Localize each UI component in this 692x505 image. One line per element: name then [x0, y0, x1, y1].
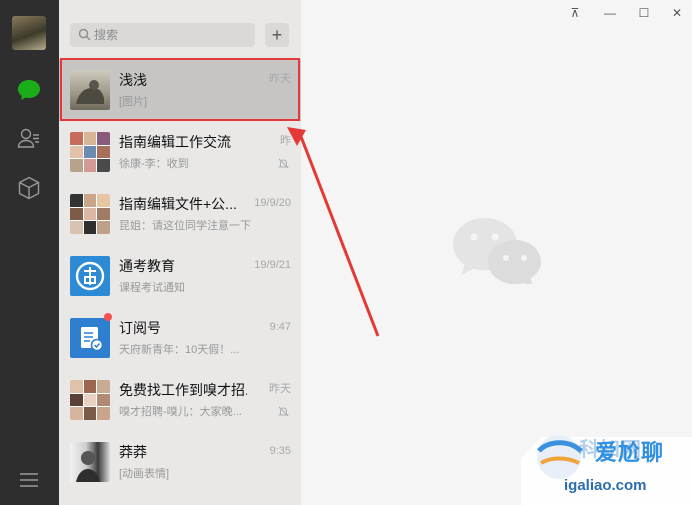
watermark-url: igaliao.com	[564, 477, 647, 494]
chat-time: 9:35	[269, 445, 291, 457]
chat-avatar	[70, 442, 110, 482]
watermark: 科知网 爱尬聊 igaliao.com	[521, 415, 692, 505]
chat-preview: [图片]	[119, 96, 148, 108]
contacts-icon[interactable]	[15, 124, 43, 152]
chat-item-mangmang[interactable]: 莽莽 9:35 [动画表情]	[59, 431, 301, 493]
search-box[interactable]: 搜索	[70, 23, 255, 47]
chat-time: 昨天	[269, 383, 291, 395]
close-button[interactable]: ✕	[669, 5, 685, 21]
chat-item-subscriptions[interactable]: 订阅号 9:47 天府新青年：10天假！...	[59, 307, 301, 369]
chat-time: 9:47	[269, 321, 291, 333]
subscriptions-icon	[70, 318, 110, 358]
chat-time: 19/9/20	[254, 197, 291, 209]
chat-name: 免费找工作到嗅才招...	[119, 382, 247, 398]
chat-list: 搜索 + 浅浅 昨天 [图片] 指南编辑工作交流 昨 徐康-李：收到 指南编辑文…	[59, 0, 301, 505]
mute-bell-icon	[278, 406, 289, 417]
mute-bell-icon	[278, 158, 289, 169]
chat-item-job-group[interactable]: 免费找工作到嗅才招... 昨天 嗅才招聘-嗅儿：大家晚...	[59, 369, 301, 431]
chat-time: 昨天	[269, 73, 291, 85]
chat-item-group-files[interactable]: 指南编辑文件+公... 19/9/20 昆姐：请这位同学注意一下	[59, 183, 301, 245]
chat-avatar	[70, 256, 110, 296]
chat-preview: 课程考试通知	[119, 282, 185, 294]
user-avatar[interactable]	[12, 16, 46, 50]
wechat-logo-icon	[453, 218, 541, 284]
chat-icon[interactable]	[15, 76, 43, 104]
group-avatar	[70, 132, 110, 172]
search-icon	[78, 28, 91, 41]
chat-avatar	[70, 70, 110, 110]
minimize-button[interactable]: —	[602, 5, 618, 21]
chat-preview: 天府新青年：10天假！...	[119, 344, 240, 356]
chat-name: 订阅号	[119, 320, 161, 336]
maximize-button[interactable]: ☐	[636, 5, 652, 21]
unread-dot	[104, 313, 112, 321]
chat-name: 莽莽	[119, 444, 147, 460]
chat-preview: 徐康-李：收到	[119, 158, 189, 170]
add-button[interactable]: +	[265, 23, 289, 47]
nav-bar	[0, 0, 59, 505]
chat-name: 指南编辑工作交流	[119, 134, 231, 150]
chat-preview: 嗅才招聘-嗅儿：大家晚...	[119, 406, 242, 418]
search-input[interactable]: 搜索	[94, 28, 118, 42]
chat-time: 19/9/21	[254, 259, 291, 271]
chat-item-tongkao[interactable]: 通考教育 19/9/21 课程考试通知	[59, 245, 301, 307]
chat-name: 浅浅	[119, 72, 147, 88]
chat-time: 昨	[280, 135, 291, 147]
chat-item-qianqian[interactable]: 浅浅 昨天 [图片]	[59, 59, 301, 121]
chat-name: 指南编辑文件+公...	[119, 196, 237, 212]
chat-name: 通考教育	[119, 258, 175, 274]
pin-icon[interactable]: ⊼	[567, 5, 583, 21]
miniprogram-cube-icon[interactable]	[15, 174, 43, 202]
chat-preview: [动画表情]	[119, 468, 170, 480]
chat-preview: 昆姐：请这位同学注意一下	[119, 220, 251, 232]
chat-item-group-editors[interactable]: 指南编辑工作交流 昨 徐康-李：收到	[59, 121, 301, 183]
group-avatar	[70, 194, 110, 234]
watermark-overlay-text: 爱尬聊	[595, 440, 665, 465]
main-pane: ⊼ — ☐ ✕ 科知网 爱尬聊 igaliao.com	[301, 0, 692, 505]
menu-icon[interactable]	[15, 466, 43, 494]
group-avatar	[70, 380, 110, 420]
